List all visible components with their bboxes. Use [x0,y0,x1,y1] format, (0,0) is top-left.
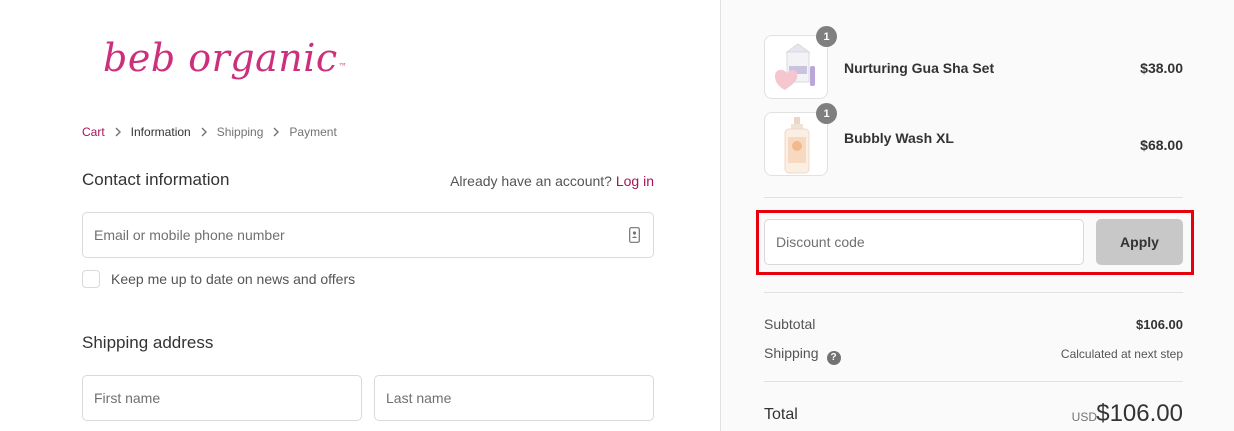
item-price: $38.00 [1140,60,1183,76]
divider [764,381,1183,382]
item-name: Nurturing Gua Sha Set [844,60,995,76]
breadcrumb: Cart Information Shipping Payment [82,125,337,139]
last-name-field[interactable]: Last name [374,375,654,421]
item-price: $68.00 [1140,137,1183,153]
brand-logo[interactable]: beb organic™ [103,36,347,80]
newsletter-option[interactable]: Keep me up to date on news and offers [82,270,355,288]
account-prompt-text: Already have an account? [450,173,612,189]
gua-sha-set-image [775,43,815,90]
total-label: Total [764,406,798,423]
first-name-placeholder: First name [94,390,161,406]
bubbly-wash-image [784,117,810,174]
bubbly-wash-thumbnail [764,112,828,176]
account-prompt: Already have an account? Log in [450,173,654,189]
chevron-right-icon [115,127,121,137]
apply-discount-button[interactable]: Apply [1096,219,1183,265]
shipping-value: Calculated at next step [1060,347,1183,361]
subtotal-label: Subtotal [764,316,816,332]
gua-sha-set-thumbnail [764,35,828,99]
chevron-right-icon [201,127,207,137]
shipping-row-label: Shipping? [764,345,841,365]
first-name-field[interactable]: First name [82,375,362,421]
email-field[interactable]: Email or mobile phone number [82,212,654,258]
breadcrumb-payment: Payment [289,125,337,139]
chevron-right-icon [273,127,280,137]
checkout-main-panel: beb organic™ Cart Information Shipping P… [0,0,720,431]
contact-information-heading: Contact information [82,170,230,189]
divider [764,197,1183,198]
breadcrumb-information: Information [130,125,191,139]
total-currency: USD [1071,410,1097,424]
subtotal-value: $106.00 [1136,317,1183,332]
quantity-badge: 1 [816,26,837,47]
shipping-label: Shipping [764,345,819,361]
newsletter-label: Keep me up to date on news and offers [111,271,356,287]
shipping-address-heading: Shipping address [82,333,214,352]
divider [764,292,1183,293]
item-name: Bubbly Wash XL [844,130,954,146]
email-placeholder: Email or mobile phone number [94,227,285,243]
total-value: $106.00 [1096,400,1183,427]
discount-code-input[interactable]: Discount code [764,219,1084,265]
newsletter-checkbox[interactable] [82,270,100,288]
order-summary-panel: 1 Nurturing Gua Sha Set $38.00 1 Bubbly … [720,0,1234,431]
breadcrumb-shipping: Shipping [216,125,264,139]
last-name-placeholder: Last name [386,390,452,406]
contact-card-icon [629,227,640,243]
help-icon[interactable]: ? [826,351,841,365]
login-link[interactable]: Log in [616,173,654,189]
discount-placeholder: Discount code [776,234,865,250]
quantity-badge: 1 [816,103,837,124]
breadcrumb-cart[interactable]: Cart [82,125,105,139]
